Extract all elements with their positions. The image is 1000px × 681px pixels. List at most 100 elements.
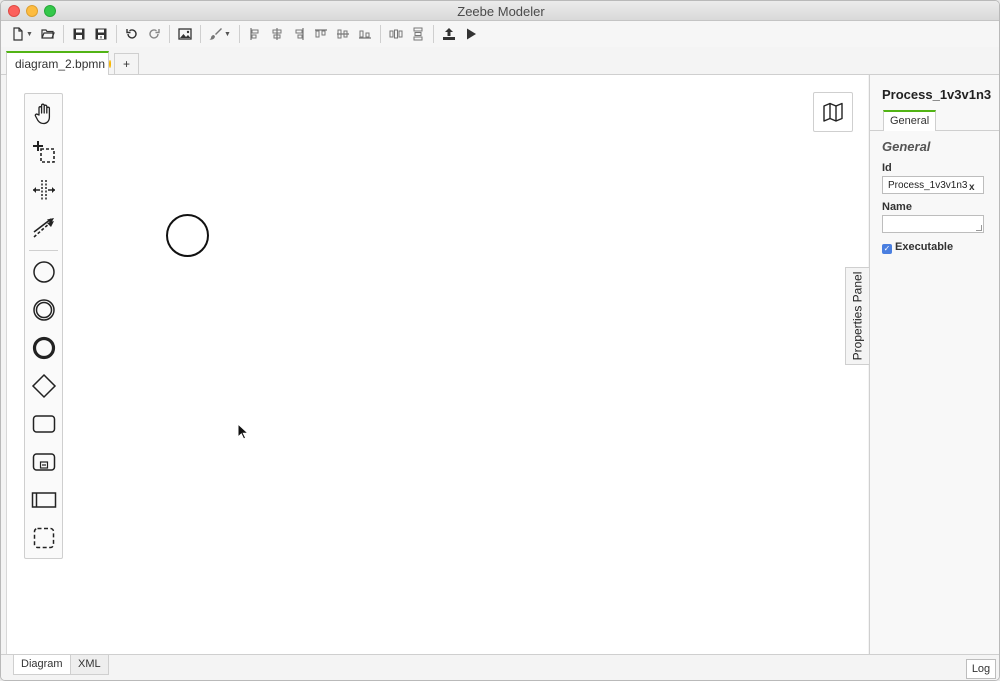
minimap-toggle-button[interactable] <box>813 92 853 132</box>
mouse-cursor-icon <box>237 423 249 440</box>
toolbar-separator <box>63 25 64 43</box>
distribute-horizontal-button[interactable] <box>385 23 407 45</box>
gateway-icon <box>31 373 56 399</box>
create-group[interactable] <box>25 520 62 556</box>
group-title: General <box>882 139 931 154</box>
lasso-icon <box>32 141 55 163</box>
bottom-bar: Diagram XML Log <box>1 654 999 680</box>
distribute-horizontal-icon <box>389 29 403 39</box>
align-right-icon <box>295 28 304 40</box>
export-image-button[interactable] <box>174 23 196 45</box>
app-window: Zeebe Modeler ▼ ▼ diagram_2.bpmn + Prope… <box>0 0 1000 681</box>
end-event-icon <box>32 336 55 360</box>
diagram-canvas[interactable] <box>6 75 868 654</box>
paint-brush-icon <box>209 28 223 40</box>
executable-label: Executable <box>895 241 954 253</box>
add-tab-button[interactable]: + <box>114 53 139 74</box>
window-title: Zeebe Modeler <box>457 4 545 19</box>
title-bar: Zeebe Modeler <box>1 1 999 21</box>
properties-title: Process_1v3v1n3 <box>882 87 992 102</box>
save-button[interactable] <box>68 23 90 45</box>
open-file-button[interactable] <box>37 23 59 45</box>
toolbar-separator <box>239 25 240 43</box>
undo-button[interactable] <box>121 23 143 45</box>
color-brush-button[interactable]: ▼ <box>205 23 235 45</box>
id-label: Id <box>882 162 892 174</box>
toolbar-separator <box>433 25 434 43</box>
align-center-icon <box>272 28 282 40</box>
pool-icon <box>31 492 56 508</box>
new-file-icon <box>13 27 23 41</box>
name-field[interactable] <box>882 215 984 233</box>
space-tool-icon <box>32 180 55 200</box>
create-end-event[interactable] <box>25 330 62 366</box>
properties-panel-toggle[interactable]: Properties Panel <box>845 267 869 365</box>
deploy-button[interactable] <box>438 23 460 45</box>
align-right-button[interactable] <box>288 23 310 45</box>
tab-diagram-view[interactable]: Diagram <box>13 655 71 675</box>
start-event-icon <box>32 261 55 283</box>
properties-panel: Process_1v3v1n3 General General Id x Nam… <box>869 75 999 654</box>
align-top-icon <box>315 29 327 38</box>
tab-label: diagram_2.bpmn <box>15 57 106 71</box>
tab-bar: diagram_2.bpmn + <box>1 47 999 76</box>
map-icon <box>823 102 843 122</box>
palette-separator <box>29 250 58 251</box>
unsaved-indicator-icon <box>109 60 112 68</box>
toolbar-separator <box>116 25 117 43</box>
distribute-vertical-button[interactable] <box>407 23 429 45</box>
create-task[interactable] <box>25 406 62 442</box>
upload-icon <box>443 28 455 40</box>
distribute-vertical-icon <box>413 27 423 41</box>
redo-button[interactable] <box>143 23 165 45</box>
undo-icon <box>126 29 137 39</box>
tab-xml-view[interactable]: XML <box>70 655 109 675</box>
lasso-tool[interactable] <box>25 134 62 170</box>
start-instance-button[interactable] <box>460 23 482 45</box>
global-connect-tool[interactable] <box>25 210 62 246</box>
connect-arrow-icon <box>32 218 54 238</box>
new-file-button[interactable]: ▼ <box>7 23 37 45</box>
align-middle-icon <box>337 29 349 39</box>
hand-icon <box>34 103 50 125</box>
chevron-down-icon: ▼ <box>26 30 33 38</box>
align-center-button[interactable] <box>266 23 288 45</box>
toolbar: ▼ ▼ <box>1 21 999 47</box>
floppy-disk-icon <box>73 28 85 40</box>
space-tool[interactable] <box>25 172 62 208</box>
toolbar-separator <box>380 25 381 43</box>
align-left-button[interactable] <box>244 23 266 45</box>
redo-icon <box>149 29 160 39</box>
toolbar-separator <box>169 25 170 43</box>
group-icon <box>33 527 54 549</box>
align-top-button[interactable] <box>310 23 332 45</box>
align-bottom-button[interactable] <box>354 23 376 45</box>
hand-tool[interactable] <box>25 96 62 132</box>
start-event-shape[interactable] <box>166 214 209 257</box>
toolbar-separator <box>200 25 201 43</box>
create-intermediate-event[interactable] <box>25 292 62 328</box>
play-icon <box>467 28 476 40</box>
align-bottom-icon <box>359 30 371 39</box>
subprocess-icon <box>32 453 55 471</box>
create-start-event[interactable] <box>25 254 62 290</box>
tab-diagram[interactable]: diagram_2.bpmn <box>6 51 112 76</box>
align-middle-button[interactable] <box>332 23 354 45</box>
executable-checkbox[interactable]: ✓ <box>882 244 892 254</box>
align-left-icon <box>250 28 259 40</box>
name-label: Name <box>882 201 912 213</box>
create-gateway[interactable] <box>25 368 62 404</box>
log-button[interactable]: Log <box>966 659 996 679</box>
floppy-disk-plus-icon <box>95 28 107 40</box>
tool-palette <box>24 93 63 559</box>
save-as-button[interactable] <box>90 23 112 45</box>
chevron-down-icon: ▼ <box>224 30 231 38</box>
resize-handle-icon[interactable] <box>976 225 982 231</box>
intermediate-event-icon <box>32 299 55 321</box>
create-subprocess[interactable] <box>25 444 62 480</box>
create-pool[interactable] <box>25 482 62 518</box>
tab-general[interactable]: General <box>883 110 937 131</box>
clear-id-button[interactable]: x <box>969 182 975 193</box>
folder-icon <box>41 29 55 39</box>
properties-tabs: General <box>870 110 999 131</box>
